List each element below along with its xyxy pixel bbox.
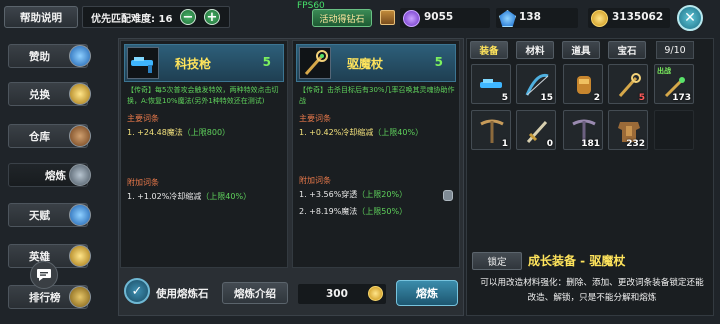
equip-card-left[interactable]: 科技枪 5 【传奇】每5次普攻会触发特效，两种特效点击切换，A:恢复10%魔法(… [120, 40, 288, 268]
slot-count: 2 [593, 93, 600, 103]
stat-text: 1. +24.48魔法 [127, 128, 183, 137]
main-stat-title: 主要词条 [127, 114, 159, 123]
stat-limit: （上限50%） [357, 207, 408, 216]
sidebar-item-ranking[interactable]: 排行榜 [8, 285, 91, 309]
slot-count: 181 [581, 139, 600, 149]
slot-count: 5 [638, 93, 645, 103]
smelt-icon [69, 164, 91, 186]
sidebar-item-smelt[interactable]: 熔炼 [8, 163, 91, 187]
sidebar-item-label: 赞助 [29, 50, 50, 63]
stat-text: 1. +3.56%穿透 [299, 190, 358, 199]
purple-gem-value: 9055 [424, 11, 454, 23]
inventory-slot[interactable]: 2 [563, 64, 603, 104]
extra-stat: 1. +3.56%穿透（上限20%） [299, 189, 407, 200]
gift-icon[interactable] [380, 10, 395, 25]
hero-icon [69, 245, 91, 267]
inventory-slot-equipped[interactable]: 出战 173 [654, 64, 694, 104]
main-stat: 1. +0.42%冷却缩减（上限40%） [299, 127, 423, 138]
growth-equipment-title: 成长装备 - 驱魔杖 [528, 254, 626, 268]
difficulty-plus-button[interactable]: + [204, 9, 220, 25]
gold-coin-icon [591, 10, 608, 27]
stat-text: 1. +0.42%冷却缩减 [299, 128, 374, 137]
inventory-slot[interactable]: 5 [471, 64, 511, 104]
tech-gun-icon [127, 47, 159, 79]
card-title: 科技枪 [175, 57, 212, 71]
main-stat: 1. +24.48魔法（上限800） [127, 127, 230, 138]
stat-limit: （上限40%） [373, 128, 424, 137]
use-smelt-stone-label: 使用熔炼石 [156, 288, 209, 300]
smelt-intro-button[interactable]: 熔炼介绍 [222, 282, 288, 304]
warehouse-icon [69, 125, 91, 147]
extra-stat: 1. +1.02%冷却缩减（上限40%） [127, 191, 251, 202]
stat-limit: （上限40%） [201, 192, 252, 201]
card-level: 5 [434, 55, 443, 69]
tab-gems[interactable]: 宝石 [608, 41, 646, 59]
sidebar-item-exchange[interactable]: 兑换 [8, 82, 91, 106]
inventory-count: 9/10 [656, 41, 694, 59]
sidebar-item-label: 排行榜 [29, 291, 61, 304]
sidebar-item-sponsor[interactable]: 赞助 [8, 44, 91, 68]
slot-count: 232 [626, 139, 645, 149]
gold-value: 3135062 [612, 11, 664, 23]
talent-icon [69, 204, 91, 226]
inventory-slot-empty[interactable] [654, 110, 694, 150]
main-stat-title: 主要词条 [299, 114, 331, 123]
purple-gem-icon [403, 10, 420, 27]
extra-stat-title: 附加词条 [127, 178, 159, 187]
exchange-icon [69, 83, 91, 105]
tab-materials[interactable]: 材料 [516, 41, 554, 59]
stat-text: 2. +8.19%魔法 [299, 207, 358, 216]
card-header: 科技枪 5 [124, 44, 284, 82]
sidebar-item-label: 仓库 [29, 130, 50, 143]
sidebar-item-label: 熔炼 [45, 169, 66, 182]
trophy-icon [69, 286, 91, 308]
chat-button[interactable] [30, 261, 58, 289]
extra-stat-title: 附加词条 [299, 176, 331, 185]
growth-equipment-description: 可以用改造材料强化：删除、添加、更改词条装备锁定还能改造、解锁，只是不能分解和熔… [480, 278, 704, 303]
slot-count: 15 [540, 93, 553, 103]
card-title: 驱魔杖 [347, 57, 384, 71]
inventory-slot[interactable]: 5 [608, 64, 648, 104]
difficulty-minus-button[interactable]: − [180, 9, 196, 25]
slot-count: 5 [501, 93, 508, 103]
exorcist-staff-icon [299, 47, 331, 79]
inventory-slot[interactable]: 181 [563, 110, 603, 150]
lock-icon[interactable] [443, 190, 453, 201]
equip-card-right[interactable]: 驱魔杖 5 【传奇】击杀目标后有30%几率召唤其灵魂协助作战 主要词条 1. +… [292, 40, 460, 268]
chat-bubble-icon [37, 269, 51, 281]
card-description: 【传奇】每5次普攻会触发特效，两种特效点击切换，A:恢复10%魔法(另外1种特效… [127, 86, 279, 105]
sidebar-item-warehouse[interactable]: 仓库 [8, 124, 91, 148]
card-level: 5 [262, 55, 271, 69]
inventory-slot[interactable]: 15 [516, 64, 556, 104]
close-button[interactable]: ✕ [677, 5, 703, 31]
tab-items[interactable]: 道具 [562, 41, 600, 59]
sidebar-item-label: 兑换 [29, 88, 50, 101]
event-diamond-button[interactable]: 活动得钻石 [312, 9, 372, 27]
smelt-cost: 300 [326, 288, 348, 300]
blue-gem-value: 138 [519, 11, 541, 23]
slot-count: 1 [501, 139, 508, 149]
smelt-button[interactable]: 熔炼 [396, 280, 458, 306]
help-button[interactable]: 帮助说明 [4, 6, 78, 28]
sponsor-icon [69, 45, 91, 67]
stat-text: 1. +1.02%冷却缩减 [127, 192, 202, 201]
card-header: 驱魔杖 5 [296, 44, 456, 82]
gold-coin-icon [368, 286, 383, 301]
stat-limit: （上限20%） [357, 190, 408, 199]
inventory-slot[interactable]: 0 [516, 110, 556, 150]
card-description: 【传奇】击杀目标后有30%几率召唤其灵魂协助作战 [299, 86, 455, 105]
use-smelt-stone-checkbox[interactable]: ✓ [124, 278, 150, 304]
inventory-slot[interactable]: 232 [608, 110, 648, 150]
lock-button[interactable]: 锁定 [472, 252, 522, 270]
stat-limit: （上限800） [182, 128, 231, 137]
tab-equipment[interactable]: 装备 [470, 41, 508, 59]
slot-count: 0 [546, 139, 553, 149]
inventory-slot[interactable]: 1 [471, 110, 511, 150]
extra-stat: 2. +8.19%魔法（上限50%） [299, 206, 407, 217]
slot-count: 173 [672, 93, 691, 103]
sidebar-item-label: 天赋 [29, 209, 50, 222]
sidebar-item-talent[interactable]: 天赋 [8, 203, 91, 227]
